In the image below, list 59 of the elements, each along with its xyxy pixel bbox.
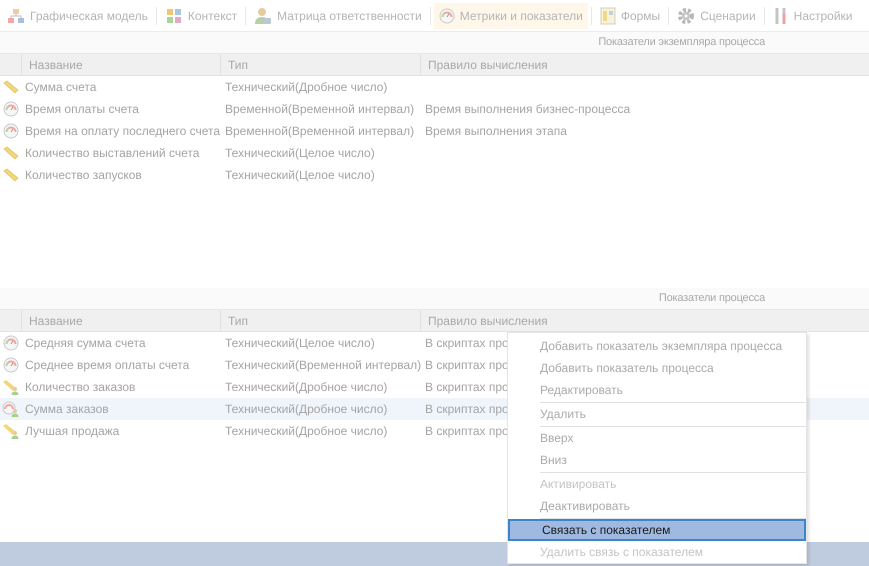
column-header[interactable]: Тип	[221, 310, 421, 331]
menu-item[interactable]: Добавить показатель экземпляра процесса	[508, 335, 806, 357]
table-cell: Временной(Временной интервал)	[225, 102, 414, 116]
gauge-icon	[3, 335, 19, 351]
gauge-icon	[3, 123, 19, 139]
table-cell: Среднее время оплаты счета	[25, 358, 190, 372]
gauge-icon	[3, 101, 19, 117]
gauge-icon	[3, 357, 19, 373]
table-cell: Время выполнения бизнес-процесса	[425, 102, 630, 116]
column-header[interactable]: Правило вычисления	[421, 310, 869, 331]
table-cell: Временной(Временной интервал)	[225, 124, 414, 138]
ruler-icon	[3, 168, 19, 182]
panel-title: Показатели экземпляра процесса	[598, 35, 765, 50]
table-cell: Технический(Целое число)	[225, 146, 375, 160]
table-cell: Средняя сумма счета	[25, 336, 146, 350]
toolbar-tab[interactable]: Настройки	[768, 2, 858, 28]
table-cell: Технический(Целое число)	[225, 336, 375, 350]
table-cell: Технический(Дробное число)	[225, 402, 388, 416]
toolbar-tab[interactable]: Формы	[594, 2, 666, 28]
menu-item[interactable]: Связать с показателем	[508, 519, 806, 541]
gauge-icon	[438, 8, 455, 24]
panel-title: Показатели процесса	[658, 291, 765, 306]
column-header[interactable]: Правило вычисления	[421, 54, 869, 75]
form-icon	[600, 6, 616, 24]
puzzle-icon	[164, 6, 183, 24]
menu-item[interactable]: Добавить показатель процесса	[508, 357, 806, 379]
ruler-icon	[3, 80, 19, 94]
toolbar-tab[interactable]: Сценарии	[672, 2, 761, 28]
toolbar-tab[interactable]: Графическая модель	[2, 2, 153, 28]
table-cell: Технический(Целое число)	[225, 168, 375, 182]
table-cell: Время оплаты счета	[25, 102, 139, 116]
table-cell: Технический(Временной интервал)	[225, 358, 422, 372]
toolbar-tab[interactable]: Матрица ответственности	[249, 2, 427, 28]
ruler-icon	[3, 146, 19, 160]
column-header[interactable]: Название	[22, 310, 221, 331]
ruler-person-icon	[2, 379, 20, 395]
table-cell: Время на оплату последнего счета	[25, 124, 220, 138]
table-cell: Время выполнения этапа	[425, 124, 567, 138]
table-cell: Количество запусков	[25, 168, 142, 182]
table-cell: Технический(Дробное число)	[225, 80, 388, 94]
diagram-icon	[7, 8, 25, 24]
table-cell: Технический(Дробное число)	[225, 380, 388, 394]
menu-item[interactable]: Вниз	[508, 449, 806, 471]
toolbar-tab[interactable]: Контекст	[160, 2, 242, 28]
menu-item[interactable]: Редактировать	[508, 379, 806, 401]
ruler-person-icon	[2, 423, 20, 439]
table-cell: Количество выставлений счета	[25, 146, 200, 160]
table-cell: Сумма счета	[25, 80, 96, 94]
settings-icon	[677, 6, 696, 24]
table-cell: Лучшая продажа	[25, 424, 120, 438]
table-cell: Количество заказов	[25, 380, 136, 394]
gauge-person-icon	[2, 401, 20, 417]
table-cell: Технический(Дробное число)	[225, 424, 388, 438]
column-header[interactable]: Тип	[221, 54, 421, 75]
column-header[interactable]: Название	[22, 54, 221, 75]
table-cell: Сумма заказов	[25, 402, 109, 416]
menu-item[interactable]: Деактивировать	[508, 495, 806, 517]
toolbar-tab[interactable]: Метрики и показатели	[434, 2, 588, 28]
person-icon	[254, 6, 272, 24]
